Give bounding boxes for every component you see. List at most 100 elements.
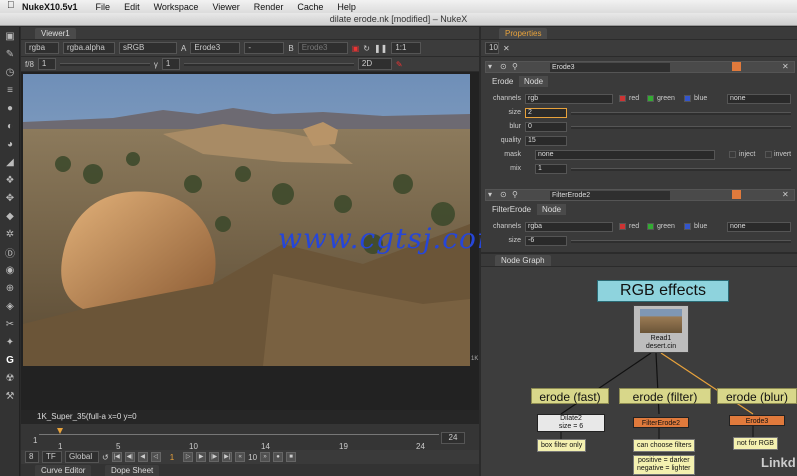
playhead-icon[interactable] bbox=[57, 428, 63, 434]
backdrop-erode-blur[interactable]: erode (blur) bbox=[717, 388, 797, 404]
close-icon[interactable]: ✕ bbox=[782, 190, 789, 199]
tab-properties[interactable]: Properties bbox=[499, 28, 548, 39]
jump-forward-button[interactable]: » bbox=[260, 452, 271, 462]
erode3-header[interactable]: ▾ ⊙ ⚲ Erode3 ✕ bbox=[485, 61, 795, 73]
blue-checkbox[interactable] bbox=[684, 95, 691, 102]
invert-checkbox[interactable] bbox=[765, 151, 772, 158]
current-frame-readout[interactable]: 1 bbox=[170, 453, 174, 462]
note-positive-negative[interactable]: positive = darker negative = lighter bbox=[633, 455, 695, 475]
gamma-field[interactable]: 1 bbox=[161, 58, 180, 70]
paint-icon[interactable]: ✎ bbox=[396, 60, 403, 69]
erode3-size-field[interactable]: 2 bbox=[525, 108, 567, 118]
erode3-channels-select[interactable]: rgb bbox=[525, 94, 613, 104]
erode3-blur-slider[interactable] bbox=[571, 126, 791, 129]
merge-icon[interactable]: ◢ bbox=[0, 153, 20, 171]
apple-icon[interactable]:  bbox=[7, 0, 15, 11]
node-graph[interactable]: RGB effects Read1 desert.cin erode (fast… bbox=[481, 267, 797, 476]
clear-panels-icon[interactable]: ✕ bbox=[503, 44, 510, 53]
fps-field[interactable]: 8 bbox=[25, 451, 39, 463]
gizmo-icon[interactable]: G bbox=[0, 351, 20, 369]
play-back-button[interactable]: ◁ bbox=[150, 452, 161, 462]
filtererode2-name-field[interactable]: FilterErode2 bbox=[550, 191, 670, 200]
erode3-node[interactable]: Erode3 bbox=[729, 415, 785, 426]
tab-dope-sheet[interactable]: Dope Sheet bbox=[105, 465, 160, 476]
compare-op-select[interactable]: - bbox=[244, 42, 285, 54]
erode3-quality-field[interactable]: 15 bbox=[525, 136, 567, 146]
layers-icon[interactable]: ❖ bbox=[0, 171, 20, 189]
last-frame-button[interactable]: ▶| bbox=[222, 452, 233, 462]
metadata-icon[interactable]: ⊕ bbox=[0, 279, 20, 297]
menu-cache[interactable]: Cache bbox=[297, 2, 323, 12]
radiation-icon[interactable]: ☢ bbox=[0, 369, 20, 387]
keyer-icon[interactable]: ◕ bbox=[0, 135, 20, 153]
green-checkbox[interactable] bbox=[647, 95, 654, 102]
filtererode2-channels-select[interactable]: rgba bbox=[525, 222, 613, 232]
step-field[interactable]: 10 bbox=[248, 453, 257, 462]
menu-edit[interactable]: Edit bbox=[124, 2, 140, 12]
layer-select[interactable]: rgba.alpha bbox=[63, 42, 115, 54]
backdrop-erode-filter[interactable]: erode (filter) bbox=[619, 388, 711, 404]
node-color-swatch[interactable] bbox=[732, 190, 741, 199]
color-icon[interactable]: ● bbox=[0, 99, 20, 117]
roi-icon[interactable]: ▣ bbox=[352, 44, 360, 53]
channels-select[interactable]: rgba bbox=[25, 42, 59, 54]
backdrop-erode-fast[interactable]: erode (fast) bbox=[531, 388, 609, 404]
erode3-extra-channel-select[interactable]: none bbox=[727, 94, 791, 104]
filtererode2-header[interactable]: ▾ ⊙ ⚲ FilterErode2 ✕ bbox=[485, 189, 795, 201]
note-not-for-rgb[interactable]: not for RGB bbox=[733, 437, 778, 450]
erode3-mix-slider[interactable] bbox=[571, 168, 791, 171]
inject-checkbox[interactable] bbox=[729, 151, 736, 158]
range-select[interactable]: Global bbox=[65, 451, 99, 463]
tab-node[interactable]: Node bbox=[519, 76, 549, 87]
app-menu[interactable]: NukeX10.5v1 bbox=[22, 2, 78, 12]
other-icon[interactable]: ✂ bbox=[0, 315, 20, 333]
3d-icon[interactable]: ◆ bbox=[0, 207, 20, 225]
deep-icon[interactable]: Ⓓ bbox=[0, 243, 20, 261]
time-icon[interactable]: ◷ bbox=[0, 63, 20, 81]
particles-icon[interactable]: ✲ bbox=[0, 225, 20, 243]
filtererode2-extra-channel-select[interactable]: none bbox=[727, 222, 791, 232]
tab-node[interactable]: Node bbox=[537, 204, 567, 215]
collapse-icon[interactable]: ▾ bbox=[488, 190, 492, 199]
filtererode2-node[interactable]: FilterErode2 bbox=[633, 417, 689, 428]
first-frame-button[interactable]: |◀ bbox=[111, 452, 122, 462]
transform-icon[interactable]: ✥ bbox=[0, 189, 20, 207]
pin-icon[interactable]: ⚲ bbox=[512, 190, 518, 199]
prev-key-button[interactable]: ◀| bbox=[124, 452, 135, 462]
channel-icon[interactable]: ≡ bbox=[0, 81, 20, 99]
next-key-button[interactable]: |▶ bbox=[209, 452, 220, 462]
input-b-select[interactable]: Erode3 bbox=[297, 42, 348, 54]
play-forward-button[interactable]: ▷ bbox=[183, 452, 194, 462]
note-choose-filters[interactable]: can choose filters bbox=[633, 439, 696, 452]
tab-node-graph[interactable]: Node Graph bbox=[495, 255, 551, 266]
step-forward-button[interactable]: ▶ bbox=[196, 452, 207, 462]
end-frame-field[interactable]: 24 bbox=[441, 432, 465, 444]
pin-icon[interactable]: ⚲ bbox=[512, 62, 518, 71]
erode3-mask-select[interactable]: none bbox=[535, 150, 715, 160]
max-panels-field[interactable]: 10 bbox=[485, 42, 499, 54]
menu-viewer[interactable]: Viewer bbox=[212, 2, 239, 12]
filtererode2-size-slider[interactable] bbox=[571, 240, 791, 243]
node-color-swatch[interactable] bbox=[732, 62, 741, 71]
filtererode2-size-field[interactable]: -6 bbox=[525, 236, 567, 246]
image-icon[interactable]: ▣ bbox=[0, 27, 20, 45]
stop-button[interactable]: ■ bbox=[286, 452, 297, 462]
backdrop-title[interactable]: RGB effects bbox=[597, 280, 729, 302]
furnace-icon[interactable]: ✦ bbox=[0, 333, 20, 351]
gamma-icon[interactable]: γ bbox=[154, 60, 158, 69]
tab-erode[interactable]: Erode bbox=[487, 76, 518, 87]
gamma-slider[interactable] bbox=[183, 62, 354, 66]
red-checkbox[interactable] bbox=[619, 223, 626, 230]
gain-field[interactable]: 1 bbox=[37, 58, 56, 70]
tab-viewer1[interactable]: Viewer1 bbox=[35, 28, 76, 39]
tab-filtererode[interactable]: FilterErode bbox=[487, 204, 536, 215]
erode3-blur-field[interactable]: 0 bbox=[525, 122, 567, 132]
erode3-size-slider[interactable] bbox=[571, 112, 791, 115]
zoom-select[interactable]: 1:1 bbox=[391, 42, 422, 54]
tab-curve-editor[interactable]: Curve Editor bbox=[35, 465, 92, 476]
jump-back-button[interactable]: « bbox=[235, 452, 246, 462]
erode3-name-field[interactable]: Erode3 bbox=[550, 63, 670, 72]
close-icon[interactable]: ✕ bbox=[782, 62, 789, 71]
loop-icon[interactable]: ↺ bbox=[102, 453, 109, 462]
menu-help[interactable]: Help bbox=[337, 2, 356, 12]
